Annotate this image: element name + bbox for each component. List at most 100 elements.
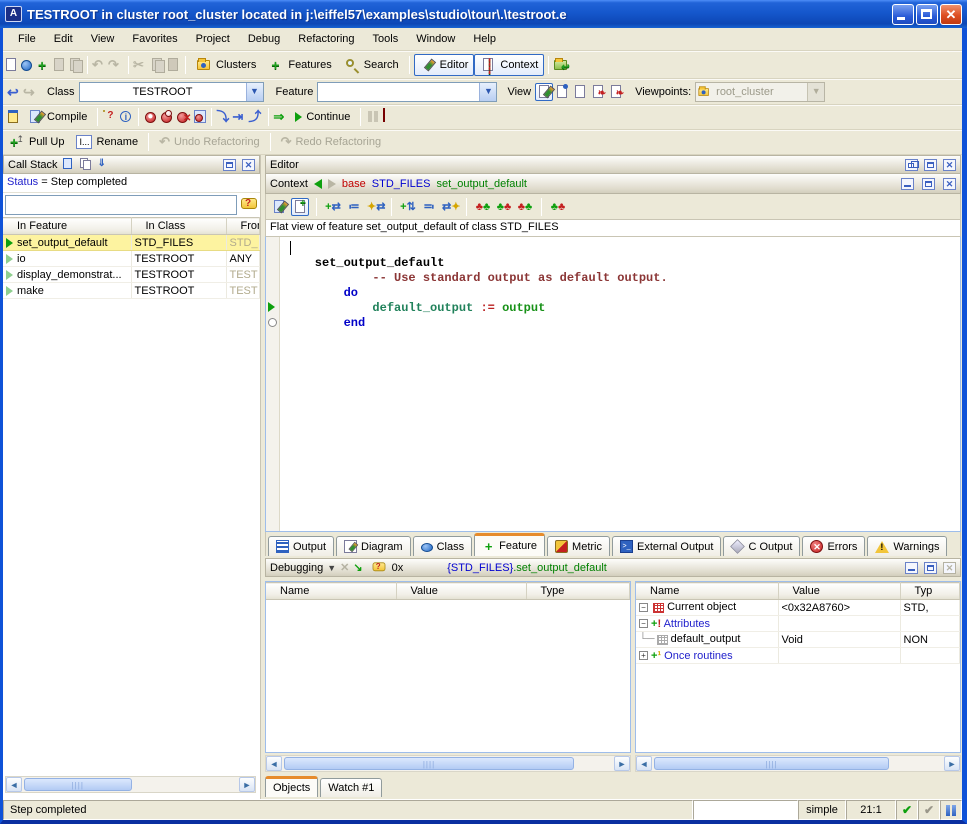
maximize-button[interactable] xyxy=(916,4,938,25)
edit-flat-feature-icon[interactable]: + xyxy=(291,198,309,216)
menu-tools[interactable]: Tools xyxy=(364,30,408,48)
pull-up-button[interactable]: +↥ Pull Up xyxy=(3,131,70,153)
step-out-icon[interactable]: ⤴ xyxy=(248,109,264,125)
flat-view-icon[interactable] xyxy=(571,83,589,101)
object-row-once-routines[interactable]: ++¹ Once routines xyxy=(636,648,960,664)
assigners-icon[interactable]: ≔ xyxy=(345,198,363,216)
tab-diagram[interactable]: Diagram xyxy=(336,536,411,556)
scroll-thumb[interactable] xyxy=(284,757,574,770)
clusters-button[interactable]: Clusters xyxy=(190,54,262,76)
scroll-left-icon[interactable]: ◄ xyxy=(266,756,282,771)
set-stack-depth-icon[interactable]: ⇓ xyxy=(96,158,109,171)
watch-col-name[interactable]: Name xyxy=(266,583,396,600)
watch-hscrollbar[interactable]: ◄ ► xyxy=(265,755,631,772)
stack-row[interactable]: make TESTROOT TEST xyxy=(3,283,260,299)
save-icon[interactable] xyxy=(51,57,67,73)
crumb-feature[interactable]: set_output_default xyxy=(436,178,527,190)
collapse-icon[interactable]: − xyxy=(639,619,648,628)
code-editor[interactable]: set_output_default -- Use standard outpu… xyxy=(265,236,961,532)
compile-query-icon[interactable] xyxy=(102,109,118,125)
menu-favorites[interactable]: Favorites xyxy=(123,30,186,48)
menu-debug[interactable]: Debug xyxy=(239,30,289,48)
scroll-right-icon[interactable]: ► xyxy=(614,756,630,771)
info-icon[interactable]: i xyxy=(118,109,134,125)
object-row-attributes[interactable]: −+! Attributes xyxy=(636,616,960,632)
features-button[interactable]: + Features xyxy=(262,54,337,76)
context-back-icon[interactable] xyxy=(314,179,322,189)
minimize-button[interactable] xyxy=(892,4,914,25)
tab-class[interactable]: Class xyxy=(413,536,473,556)
scroll-right-icon[interactable]: ► xyxy=(944,756,960,771)
feature-combo[interactable]: ▼ xyxy=(317,82,497,102)
menu-project[interactable]: Project xyxy=(187,30,239,48)
class-combo[interactable]: TESTROOT ▼ xyxy=(79,82,264,102)
viewpoints-combo[interactable]: root_cluster ▼ xyxy=(695,82,825,102)
edit-feature-icon[interactable] xyxy=(270,198,288,216)
hex-format-label[interactable]: 0x xyxy=(392,562,404,574)
rename-button[interactable]: I... Rename xyxy=(70,132,144,152)
search-button[interactable]: Search xyxy=(338,54,405,76)
new-window-icon[interactable] xyxy=(3,57,19,73)
collapse-icon[interactable]: − xyxy=(639,603,648,612)
new-tool-icon[interactable]: ↩ xyxy=(553,57,569,73)
step-over-icon[interactable]: ⇥ xyxy=(232,109,248,125)
createes-icon[interactable]: ⇄✦ xyxy=(441,198,459,216)
menu-file[interactable]: File xyxy=(9,30,45,48)
disable-breakpoints-icon[interactable] xyxy=(159,109,175,125)
call-stack-maximize-icon[interactable] xyxy=(223,159,236,171)
watch-col-value[interactable]: Value xyxy=(396,583,526,600)
col-from[interactable]: From xyxy=(226,218,260,235)
stack-row[interactable]: io TESTROOT ANY xyxy=(3,251,260,267)
watch-col-type[interactable]: Type xyxy=(526,583,630,600)
tab-external-output[interactable]: >_External Output xyxy=(612,536,721,556)
tab-metric[interactable]: Metric xyxy=(547,536,610,556)
open-icon[interactable] xyxy=(19,57,35,73)
homonyms-icon[interactable]: ♣♣ xyxy=(549,198,567,216)
back-icon[interactable]: ↩ xyxy=(7,84,23,100)
debugging-menu-arrow-icon[interactable]: ▼ xyxy=(327,563,336,573)
col-in-feature[interactable]: In Feature xyxy=(3,218,131,235)
breakpoint-slot-icon[interactable] xyxy=(268,318,277,327)
implementers-icon[interactable]: ♣♣ xyxy=(516,198,534,216)
stack-filter-input[interactable] xyxy=(5,195,237,215)
stack-row-current[interactable]: set_output_default STD_FILES STD_ xyxy=(3,235,260,251)
col-in-class[interactable]: In Class xyxy=(131,218,226,235)
editor-margin[interactable] xyxy=(266,237,280,531)
call-stack-header[interactable]: Call Stack ⇓ ✕ xyxy=(3,155,260,174)
enable-breakpoints-icon[interactable]: ● xyxy=(143,109,159,125)
tab-watch-1[interactable]: Watch #1 xyxy=(320,778,382,797)
context-forward-icon[interactable] xyxy=(328,179,336,189)
object-row-current[interactable]: − Current object <0x32A8760> STD, xyxy=(636,600,960,616)
object-row-default-output[interactable]: └─ default_output Void NON xyxy=(636,632,960,648)
interface-view-icon[interactable]: ❧ xyxy=(607,83,625,101)
step-into-icon[interactable]: ⤵ xyxy=(216,109,232,125)
scroll-left-icon[interactable]: ◄ xyxy=(6,777,22,792)
run-icon[interactable]: ⇒ xyxy=(273,109,289,125)
context-toggle-button[interactable]: ┊ Context xyxy=(474,54,544,76)
show-breakpoints-icon[interactable] xyxy=(191,109,207,125)
menu-edit[interactable]: Edit xyxy=(45,30,82,48)
contract-view-icon[interactable]: ❧ xyxy=(589,83,607,101)
redo-icon[interactable]: ↷ xyxy=(108,57,124,73)
debug-attach-icon[interactable]: ↘ xyxy=(353,561,362,574)
debug-note-icon[interactable] xyxy=(371,561,385,574)
assignees-icon[interactable]: ≕ xyxy=(420,198,438,216)
callees-icon[interactable]: +⇅ xyxy=(399,198,417,216)
call-stack-hscrollbar[interactable]: ◄ ► xyxy=(5,776,256,793)
expand-icon[interactable]: + xyxy=(639,651,648,660)
debugging-close-icon[interactable]: ✕ xyxy=(943,562,956,574)
crumb-cluster[interactable]: base xyxy=(342,178,366,190)
debugging-minimize-icon[interactable] xyxy=(905,562,918,574)
editor-maximize-icon[interactable] xyxy=(924,159,937,171)
continue-button[interactable]: Continue xyxy=(289,108,356,126)
tab-errors[interactable]: ✕Errors xyxy=(802,536,865,556)
tab-output[interactable]: Output xyxy=(268,536,334,556)
project-settings-icon[interactable] xyxy=(5,109,21,125)
menu-help[interactable]: Help xyxy=(464,30,505,48)
title-bar[interactable]: A TESTROOT in cluster root_cluster locat… xyxy=(0,0,967,28)
debugging-maximize-icon[interactable] xyxy=(924,562,937,574)
editor-toggle-button[interactable]: Editor xyxy=(414,54,475,76)
objects-col-name[interactable]: Name xyxy=(636,583,778,600)
crumb-class[interactable]: STD_FILES xyxy=(372,178,431,190)
scroll-left-icon[interactable]: ◄ xyxy=(636,756,652,771)
